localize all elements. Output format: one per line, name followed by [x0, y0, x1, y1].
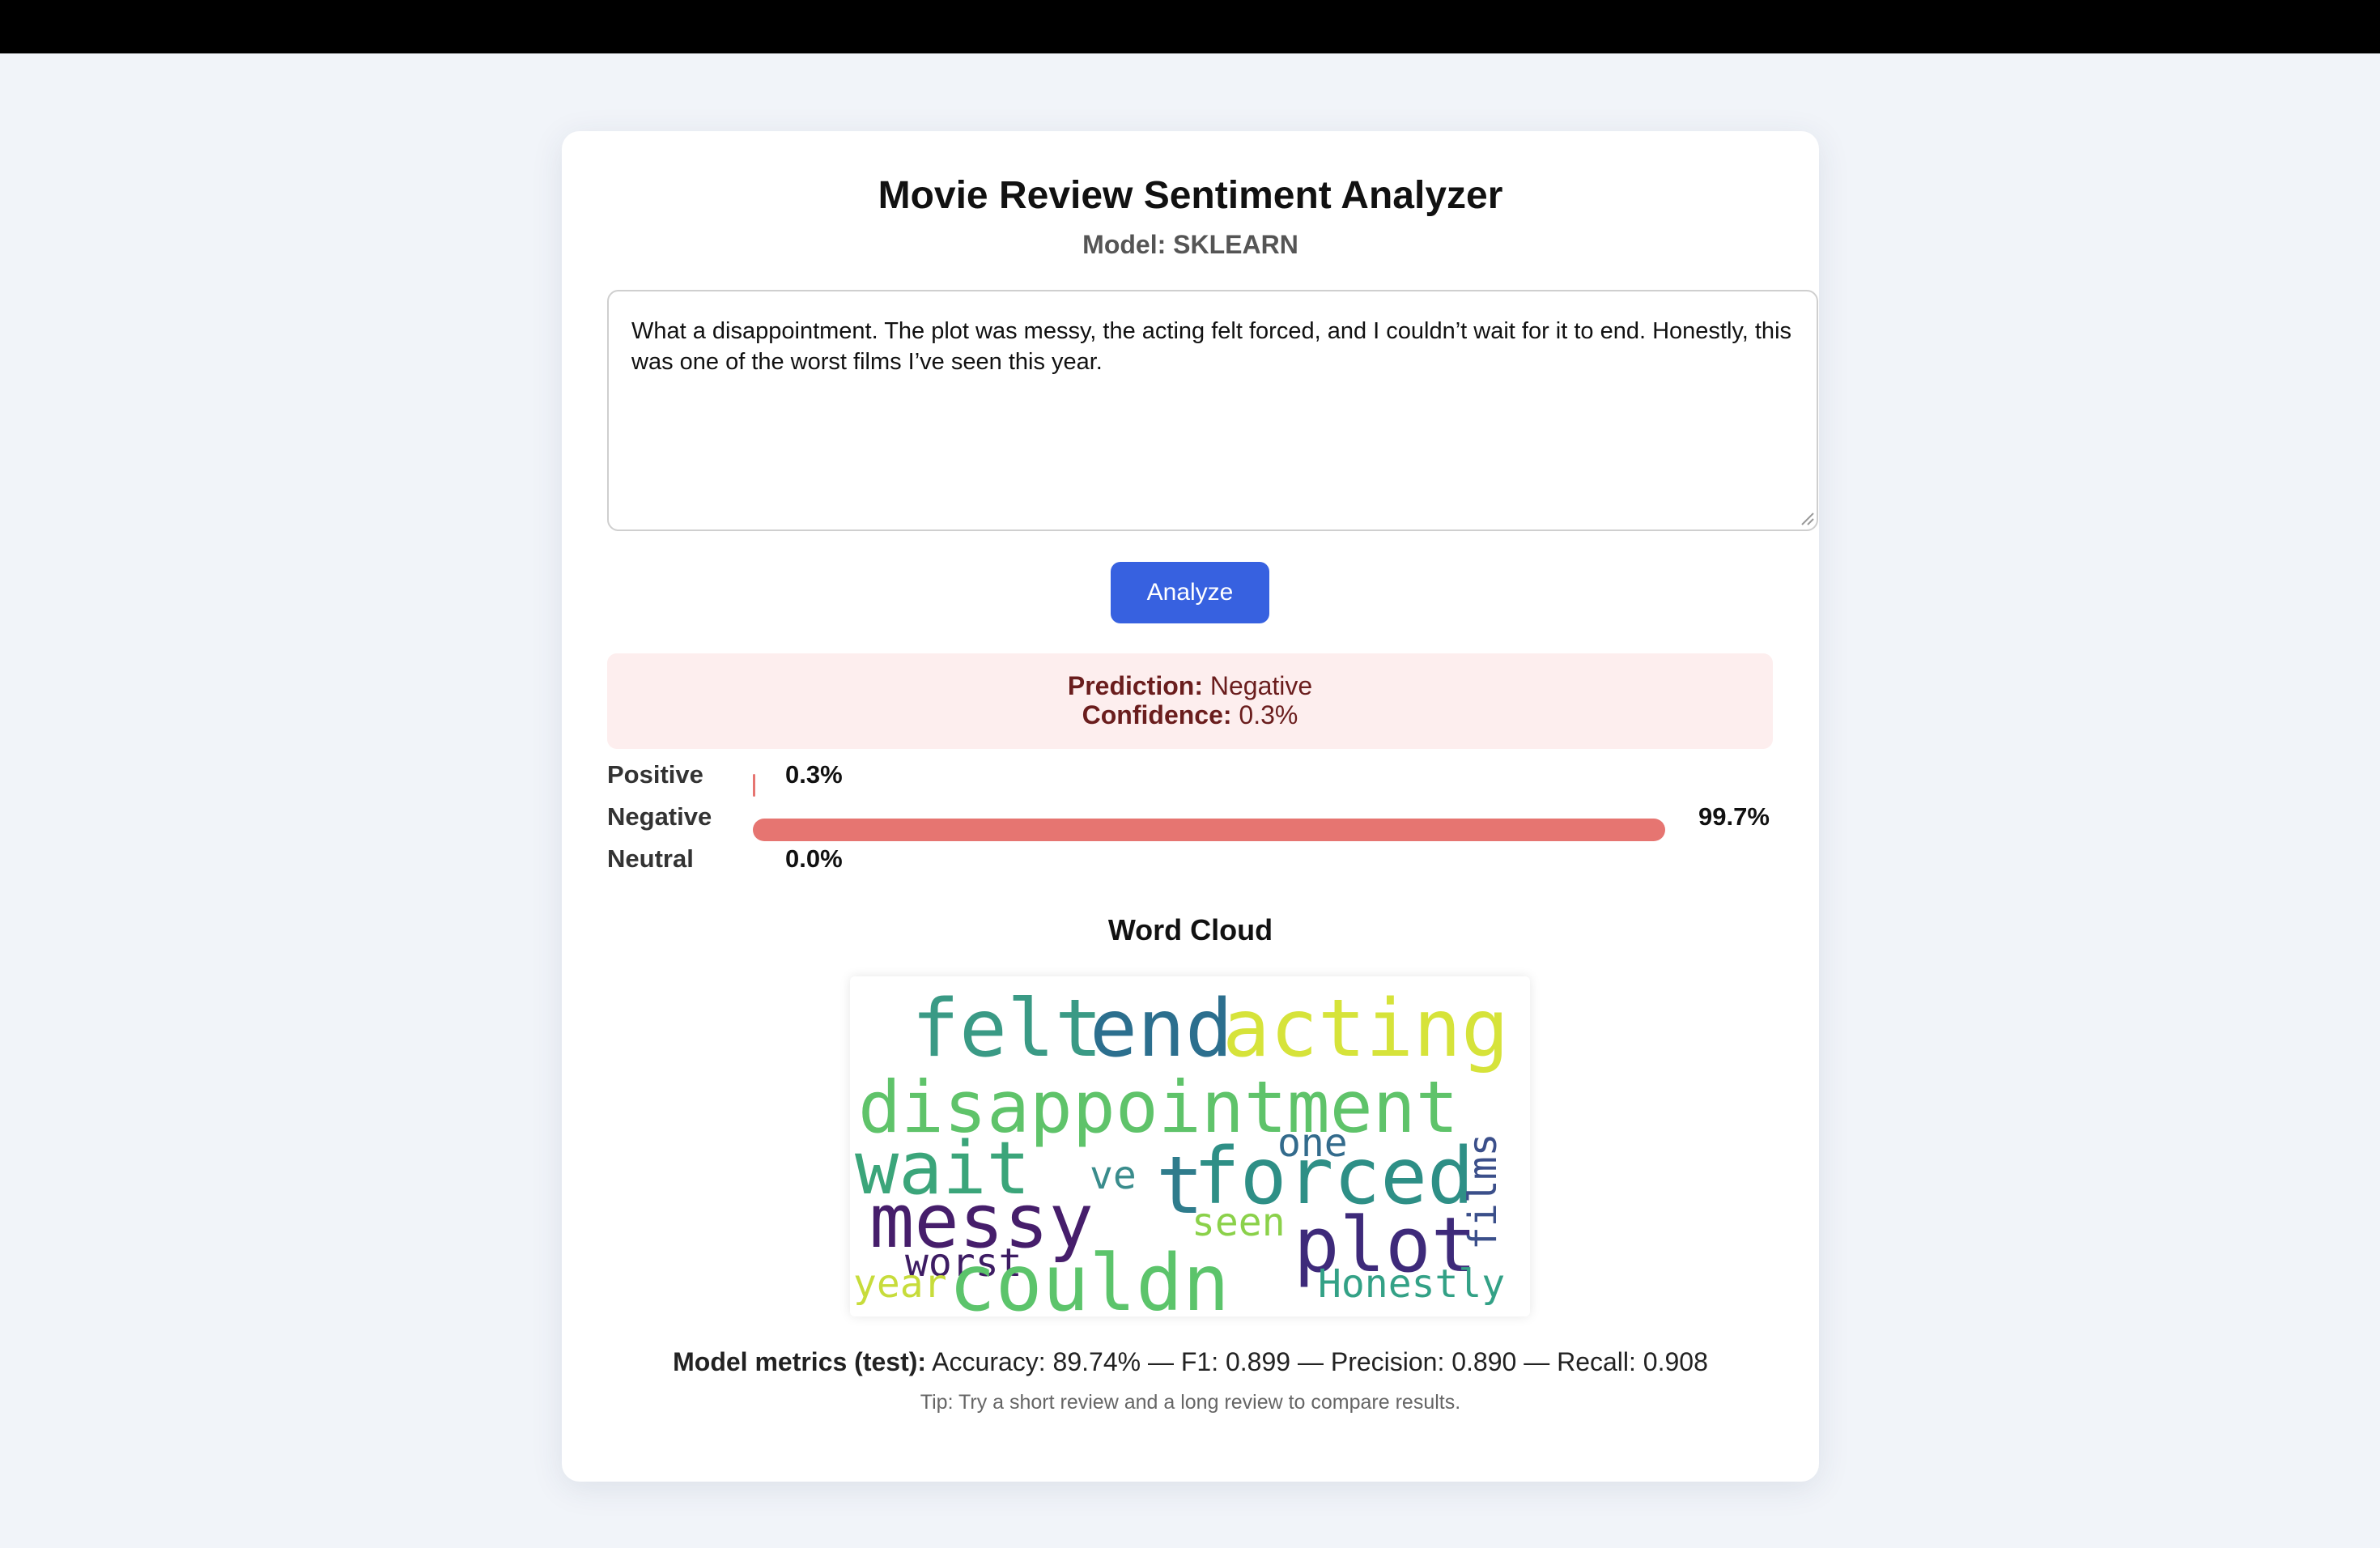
- prob-label-neutral: Neutral: [607, 844, 694, 873]
- confidence-label: Confidence:: [1082, 700, 1232, 729]
- prob-bar-negative: [753, 819, 1668, 841]
- prob-value-positive: 0.3%: [785, 760, 843, 789]
- model-label: Model: SKLEARN: [1082, 230, 1298, 259]
- browser-top-bar: [0, 0, 2380, 53]
- word-cloud-svg: felt end acting disappointment wait one …: [853, 983, 1509, 1329]
- wc-word: Honestly: [1318, 1261, 1505, 1307]
- wc-word: acting: [1222, 983, 1509, 1075]
- analyzer-card: Movie Review Sentiment Analyzer Model: S…: [562, 131, 1819, 1482]
- page-title: Movie Review Sentiment Analyzer: [878, 174, 1503, 217]
- model-metrics: Model metrics (test): Accuracy: 89.74% —…: [562, 1347, 1819, 1377]
- prediction-line: Prediction: Negative: [607, 671, 1773, 700]
- prediction-value: Negative: [1209, 671, 1313, 700]
- review-textarea[interactable]: What a disappointment. The plot was mess…: [607, 290, 1818, 531]
- word-cloud-title: Word Cloud: [1107, 913, 1273, 946]
- metrics-values: Accuracy: 89.74% — F1: 0.899 — Precision…: [926, 1347, 1708, 1376]
- prediction-result: Prediction: Negative Confidence: 0.3%: [607, 653, 1773, 749]
- prob-value-negative: 99.7%: [1698, 802, 1770, 831]
- wc-word: end: [1090, 983, 1233, 1075]
- prob-bar-neutral: [753, 859, 1668, 882]
- metrics-label: Model metrics (test):: [673, 1347, 927, 1376]
- wc-word: year: [853, 1261, 947, 1307]
- prob-value-neutral: 0.0%: [785, 844, 843, 873]
- wc-word: felt: [912, 983, 1103, 1075]
- prob-bar-fill-negative: [753, 819, 1665, 841]
- prob-bar-fill-positive: [753, 774, 755, 797]
- prediction-label: Prediction:: [1067, 671, 1203, 700]
- prob-label-negative: Negative: [607, 802, 712, 831]
- wc-word: couldn: [949, 1238, 1230, 1316]
- prob-label-positive: Positive: [607, 760, 703, 789]
- confidence-value: 0.3%: [1239, 700, 1298, 729]
- resize-grip-icon[interactable]: [1799, 510, 1815, 526]
- confidence-line: Confidence: 0.3%: [607, 700, 1773, 729]
- prob-bar-positive: [753, 774, 1668, 797]
- tip-text: Tip: Try a short review and a long revie…: [920, 1391, 1461, 1414]
- wc-word: ve: [1090, 1153, 1137, 1198]
- word-cloud-image: felt end acting disappointment wait one …: [850, 976, 1530, 1329]
- analyze-button[interactable]: Analyze: [1111, 562, 1269, 623]
